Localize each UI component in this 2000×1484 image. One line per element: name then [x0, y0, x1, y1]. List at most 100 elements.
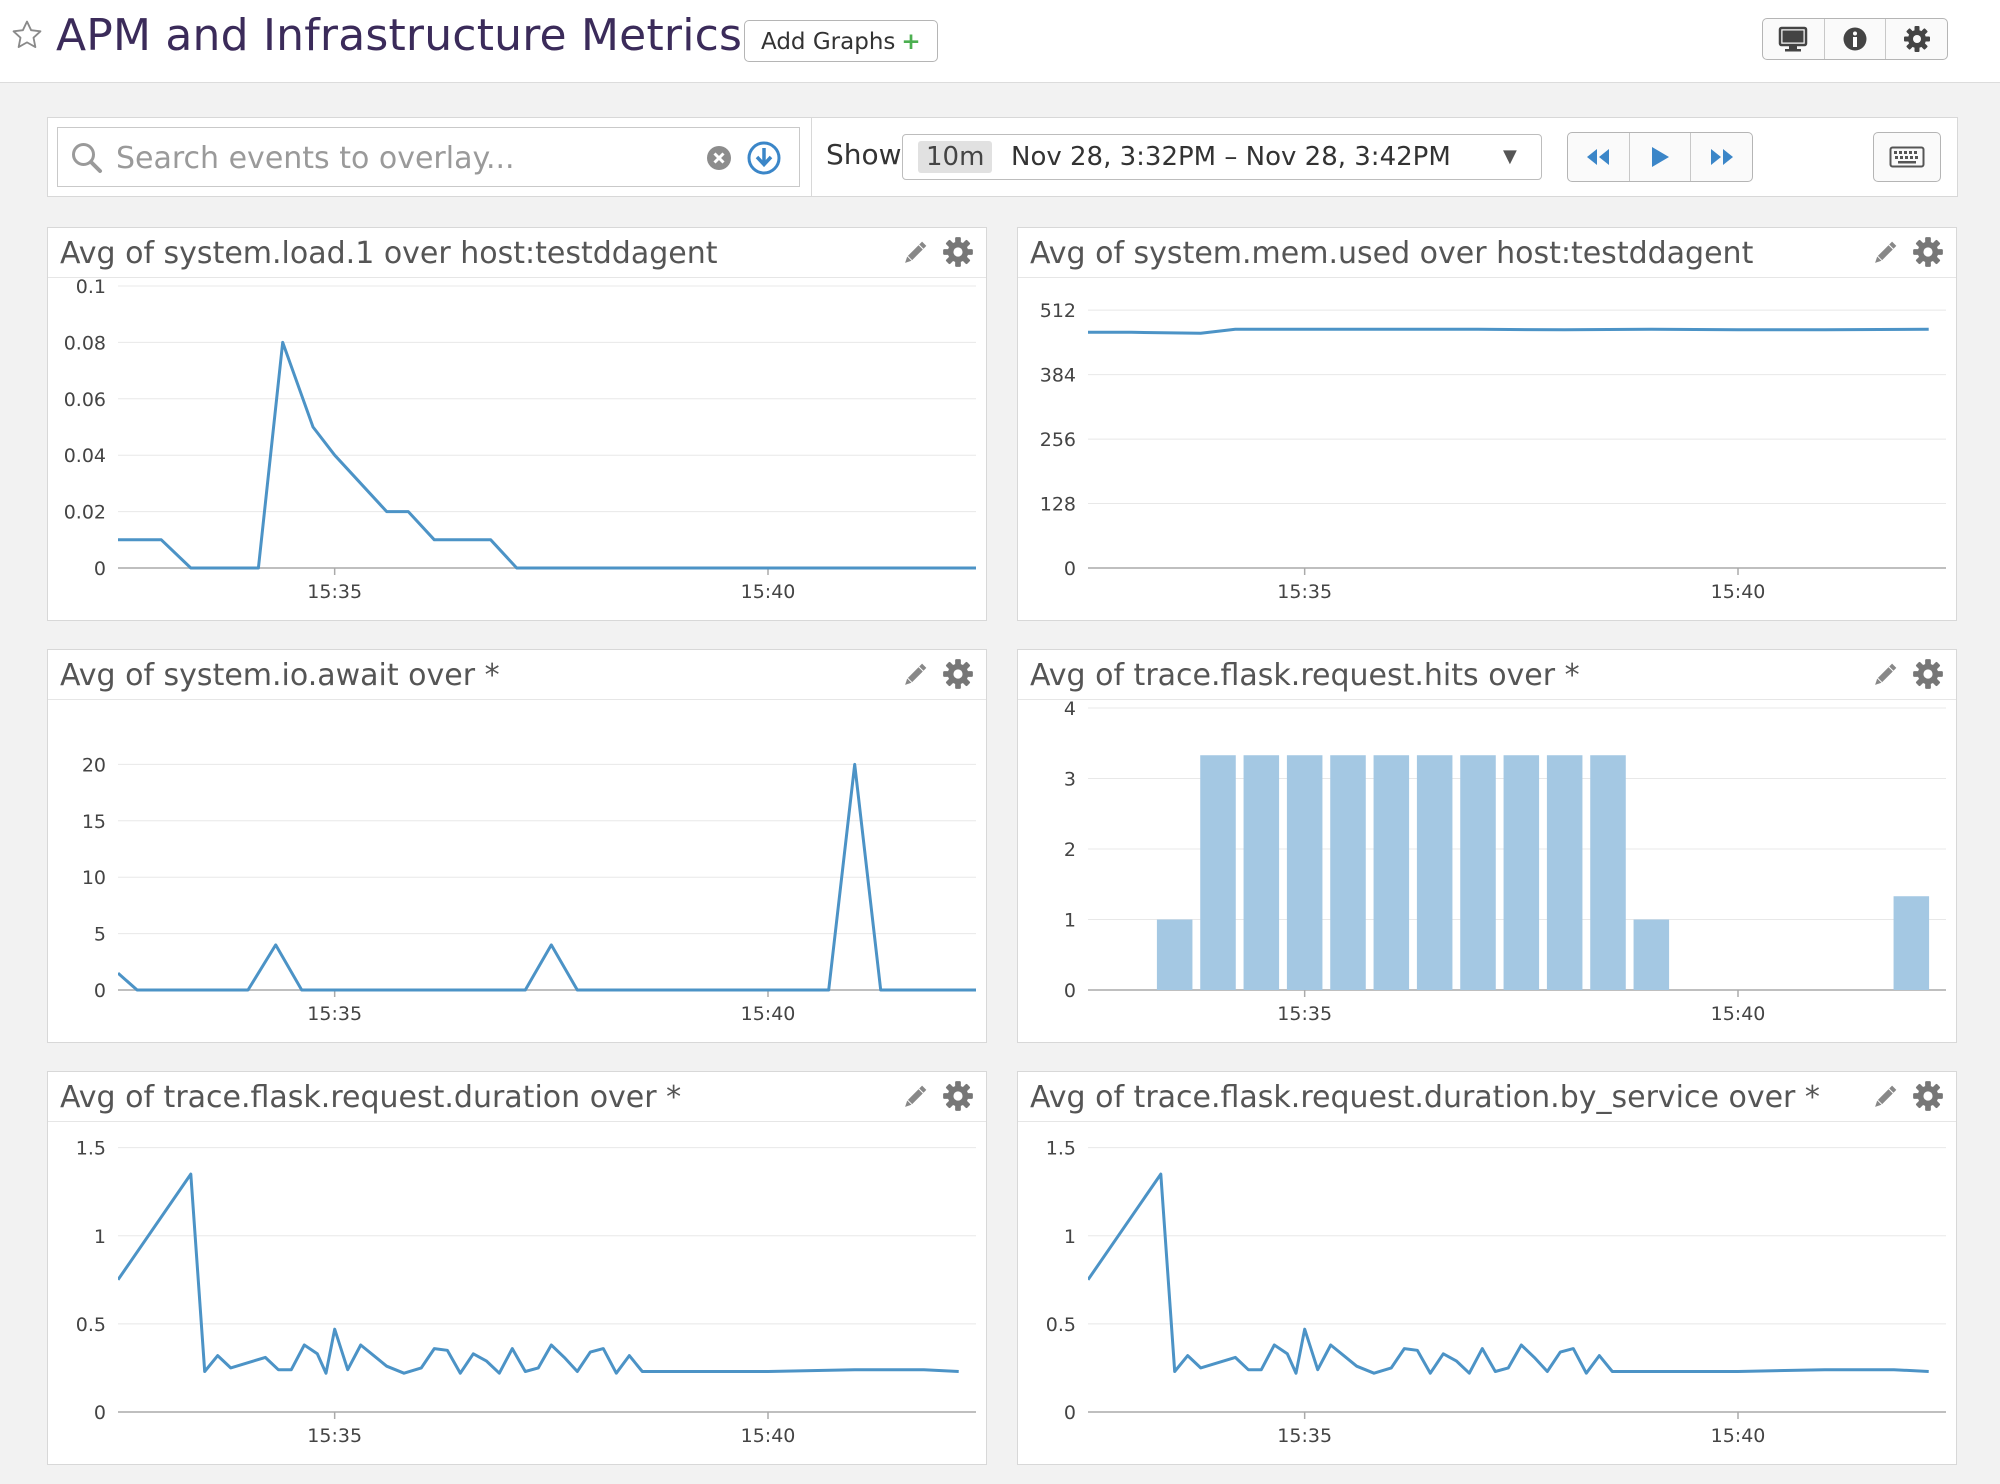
- bar: [1546, 755, 1583, 990]
- widget-title: Avg of trace.flask.request.hits over *: [1030, 658, 1580, 693]
- x-tick-label: 15:35: [1277, 581, 1332, 603]
- fast-forward-icon: [1710, 149, 1733, 165]
- y-tick-label: 1.5: [1046, 1138, 1076, 1160]
- info-icon: [1843, 27, 1867, 51]
- timeframe-panel: Show 10m Nov 28, 3:32PM – Nov 28, 3:42PM…: [812, 117, 1958, 197]
- clear-search-icon[interactable]: [706, 145, 732, 171]
- chart-system-load: 0 0.02 0.04 0.06 0.08 0.1 15:35 15:40: [64, 278, 976, 603]
- bar: [1893, 896, 1930, 990]
- pencil-icon[interactable]: [1870, 1082, 1900, 1116]
- chart-request-hits: 0 1 2 3 4 15:35 15:40: [1064, 700, 1946, 1025]
- bar: [1373, 755, 1410, 990]
- pencil-icon[interactable]: [900, 238, 930, 272]
- header-button-group: [1762, 18, 1948, 60]
- time-navigation-group: [1567, 132, 1753, 182]
- gear-icon[interactable]: [942, 236, 974, 272]
- widget-title: Avg of system.io.await over *: [60, 658, 500, 693]
- bar: [1286, 755, 1323, 990]
- event-search-box: [57, 127, 800, 187]
- chart-system-mem: 0 128 256 384 512 15:35 15:40: [1040, 300, 1946, 603]
- series-line: [118, 1172, 959, 1375]
- x-tick-label: 15:35: [307, 581, 362, 603]
- bar: [1330, 755, 1366, 990]
- fast-forward-button[interactable]: [1691, 133, 1752, 181]
- timeframe-badge: 10m: [918, 141, 993, 173]
- y-tick-label: 0: [94, 1402, 106, 1424]
- download-circle-icon[interactable]: [746, 140, 782, 176]
- bar: [1503, 755, 1540, 990]
- dashboard-title: APM and Infrastructure Metrics: [56, 10, 743, 61]
- y-tick-label: 128: [1040, 494, 1076, 516]
- keyboard-icon: [1889, 146, 1925, 168]
- widget-title: Avg of system.mem.used over host:testdda…: [1030, 236, 1754, 271]
- y-tick-label: 384: [1040, 365, 1076, 387]
- y-tick-label: 1: [94, 1226, 106, 1248]
- y-tick-label: 512: [1040, 300, 1076, 322]
- bar: [1416, 755, 1453, 990]
- info-button[interactable]: [1825, 19, 1887, 59]
- series-line: [1088, 327, 1929, 335]
- gear-icon[interactable]: [1912, 1080, 1944, 1116]
- y-tick-label: 0.5: [76, 1314, 106, 1336]
- y-tick-label: 0.5: [1046, 1314, 1076, 1336]
- x-tick-label: 15:40: [1711, 1003, 1766, 1025]
- pencil-icon[interactable]: [1870, 660, 1900, 694]
- pencil-icon[interactable]: [1870, 238, 1900, 272]
- y-tick-label: 0: [1064, 1402, 1076, 1424]
- bar: [1243, 755, 1280, 990]
- y-tick-label: 0.1: [76, 278, 106, 298]
- y-tick-label: 0: [94, 980, 106, 1002]
- gear-icon: [1903, 26, 1930, 52]
- show-label: Show: [826, 138, 902, 171]
- star-icon[interactable]: [10, 18, 44, 52]
- y-tick-label: 1: [1064, 1226, 1076, 1248]
- y-tick-label: 10: [82, 867, 106, 889]
- chart-request-duration: 0 0.5 1 1.5 15:35 15:40: [76, 1138, 976, 1447]
- plus-icon: +: [901, 29, 921, 55]
- bar: [1590, 755, 1626, 990]
- keyboard-shortcuts-button[interactable]: [1873, 132, 1941, 182]
- timeframe-select[interactable]: 10m Nov 28, 3:32PM – Nov 28, 3:42PM ▼: [902, 134, 1542, 180]
- pencil-icon[interactable]: [900, 660, 930, 694]
- x-tick-label: 15:40: [741, 581, 796, 603]
- y-tick-label: 2: [1064, 839, 1076, 861]
- timeframe-range: Nov 28, 3:32PM – Nov 28, 3:42PM: [1011, 142, 1451, 172]
- x-tick-label: 15:40: [1711, 581, 1766, 603]
- y-tick-label: 0: [1064, 980, 1076, 1002]
- gear-icon[interactable]: [1912, 658, 1944, 694]
- tv-mode-button[interactable]: [1763, 19, 1825, 59]
- chart-system-io-await: 0 5 10 15 20 15:35 15:40: [82, 754, 976, 1025]
- gear-icon[interactable]: [942, 658, 974, 694]
- bar: [1633, 919, 1670, 990]
- x-tick-label: 15:40: [1711, 1425, 1766, 1447]
- y-tick-label: 15: [82, 811, 106, 833]
- y-tick-label: 0: [1064, 558, 1076, 580]
- settings-button[interactable]: [1886, 19, 1947, 59]
- y-tick-label: 3: [1064, 769, 1076, 791]
- pencil-icon[interactable]: [900, 1082, 930, 1116]
- y-tick-label: 0.02: [64, 502, 106, 524]
- y-tick-label: 5: [94, 924, 106, 946]
- gear-icon[interactable]: [942, 1080, 974, 1116]
- bar: [1200, 755, 1236, 990]
- widget-title: Avg of trace.flask.request.duration.by_s…: [1030, 1080, 1820, 1115]
- event-search-input[interactable]: [114, 136, 678, 180]
- x-tick-label: 15:35: [307, 1425, 362, 1447]
- caret-down-icon: ▼: [1503, 146, 1517, 167]
- x-tick-label: 15:40: [741, 1425, 796, 1447]
- add-graphs-button[interactable]: Add Graphs +: [744, 20, 938, 62]
- play-icon: [1652, 147, 1669, 167]
- rewind-button[interactable]: [1568, 133, 1630, 181]
- y-tick-label: 4: [1064, 700, 1076, 720]
- x-tick-label: 15:40: [741, 1003, 796, 1025]
- rewind-icon: [1587, 149, 1610, 165]
- bar: [1460, 755, 1496, 990]
- bar: [1156, 919, 1193, 990]
- widget-system-load: Avg of system.load.1 over host:testddage…: [47, 227, 987, 621]
- event-search-panel: [47, 117, 812, 197]
- play-button[interactable]: [1630, 133, 1692, 181]
- y-tick-label: 0.04: [64, 445, 106, 467]
- widget-system-mem: Avg of system.mem.used over host:testdda…: [1017, 227, 1957, 621]
- gear-icon[interactable]: [1912, 236, 1944, 272]
- x-tick-label: 15:35: [307, 1003, 362, 1025]
